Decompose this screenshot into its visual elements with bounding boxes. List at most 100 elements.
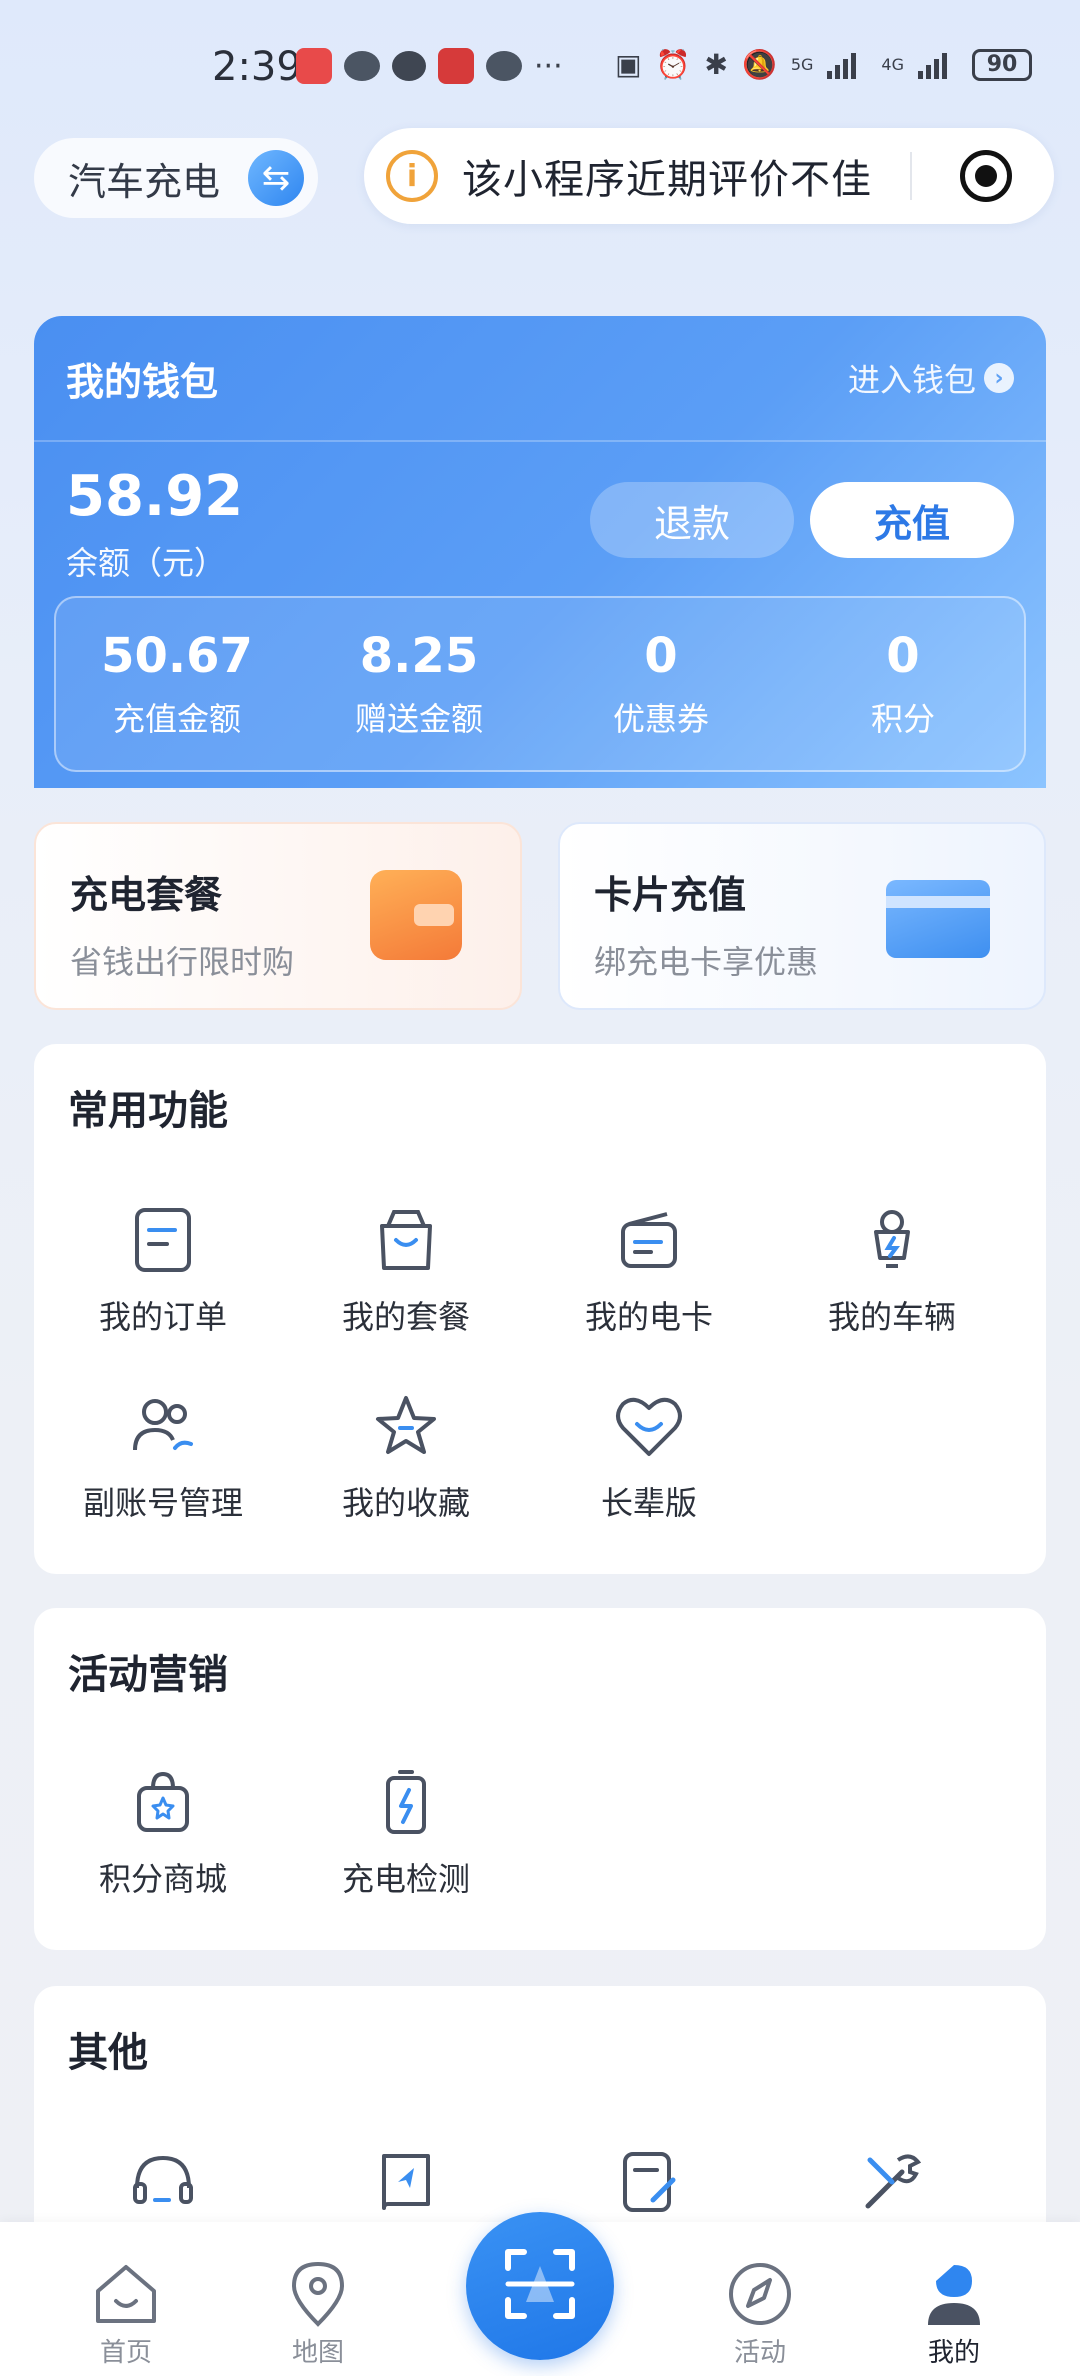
compass-icon <box>724 2258 796 2330</box>
my-vehicles-item[interactable]: 我的车辆 <box>772 1204 1012 1338</box>
charging-type-switch[interactable]: 汽车充电 ⇆ <box>34 138 318 218</box>
item-label: 充电检测 <box>341 1860 470 1898</box>
nav-activities[interactable]: 活动 <box>690 2258 830 2369</box>
stat-gift-amount[interactable]: 8.25 赠送金额 <box>298 598 540 770</box>
item-label: 积分商城 <box>98 1860 227 1898</box>
headset-icon <box>127 2146 199 2218</box>
promo-card-recharge[interactable]: 卡片充值 绑充电卡享优惠 <box>558 822 1046 1010</box>
points-mall-item[interactable]: 积分商城 <box>43 1766 283 1900</box>
location-icon <box>282 2258 354 2330</box>
item-label: 我的套餐 <box>341 1298 470 1336</box>
balance-value: 58.92 <box>66 464 244 529</box>
signal-icon <box>827 51 867 79</box>
stat-coupons[interactable]: 0 优惠券 <box>540 598 782 770</box>
tools-item[interactable] <box>772 2146 1012 2218</box>
order-icon <box>127 1204 199 1276</box>
chevron-right-icon: › <box>984 363 1014 393</box>
stat-label: 积分 <box>870 700 935 738</box>
sub-account-item[interactable]: 副账号管理 <box>43 1390 283 1524</box>
enter-wallet-link[interactable]: 进入钱包 › <box>848 355 1014 401</box>
nav-map[interactable]: 地图 <box>248 2258 388 2369</box>
item-label: 我的车辆 <box>827 1298 956 1336</box>
nav-label: 我的 <box>927 2338 980 2368</box>
wallet-card: 我的钱包 进入钱包 › 58.92 余额（元） 退款 充值 50.67 充值金额… <box>34 316 1046 788</box>
more-icon: ··· <box>534 48 563 84</box>
home-icon <box>90 2258 162 2330</box>
stat-label: 优惠券 <box>612 700 709 738</box>
bluetooth-icon: ✱ <box>704 48 728 81</box>
customer-service-item[interactable] <box>43 2146 283 2218</box>
item-label: 我的收藏 <box>341 1484 470 1522</box>
shopping-bag-icon <box>127 1766 199 1838</box>
topup-button[interactable]: 充值 <box>810 482 1014 558</box>
common-functions-section: 常用功能 我的订单 我的套餐 我的电卡 我的车辆 副账号管理 我的收藏 长辈版 <box>34 1044 1046 1574</box>
my-packages-item[interactable]: 我的套餐 <box>286 1204 526 1338</box>
nav-label: 地图 <box>291 2338 344 2368</box>
battery-icon: 90 <box>972 48 1032 81</box>
huawei-app-icon <box>296 48 332 84</box>
status-right: ▣ ⏰ ✱ 🔕 5G 4G 90 <box>615 48 1032 81</box>
alarm-icon: ⏰ <box>655 48 691 81</box>
my-orders-item[interactable]: 我的订单 <box>43 1204 283 1338</box>
item-label: 长辈版 <box>600 1484 697 1522</box>
profile-icon <box>918 2258 990 2330</box>
section-title: 活动营销 <box>68 1652 228 1698</box>
wallet-header: 我的钱包 进入钱包 › <box>34 316 1046 442</box>
status-time: 2:39 <box>212 44 302 90</box>
network-5g: 5G <box>790 55 814 74</box>
wallet-stats: 50.67 充值金额 8.25 赠送金额 0 优惠券 0 积分 <box>54 596 1026 772</box>
nav-mine[interactable]: 我的 <box>884 2258 1024 2369</box>
sub-account-icon <box>127 1390 199 1462</box>
my-cards-item[interactable]: 我的电卡 <box>529 1204 769 1338</box>
item-label: 我的订单 <box>98 1298 227 1336</box>
stat-label: 赠送金额 <box>354 700 483 738</box>
wallet-illustration-icon <box>370 870 462 960</box>
stat-label: 充值金额 <box>112 700 241 738</box>
stat-value: 0 <box>886 628 920 684</box>
message-icon <box>392 51 426 81</box>
calendar-app-icon <box>438 48 474 84</box>
nav-label: 首页 <box>99 2338 152 2368</box>
enter-wallet-label: 进入钱包 <box>847 361 976 399</box>
wallet-title: 我的钱包 <box>66 359 219 404</box>
item-label: 副账号管理 <box>82 1484 243 1522</box>
network-4g: 4G <box>881 55 904 74</box>
feedback-edit-icon <box>613 2146 685 2218</box>
section-title: 其他 <box>68 2030 148 2076</box>
guide-item[interactable] <box>286 2146 526 2218</box>
card-illustration-icon <box>886 880 990 958</box>
warning-icon: i <box>386 150 438 202</box>
elder-mode-item[interactable]: 长辈版 <box>529 1390 769 1524</box>
package-icon <box>370 1204 442 1276</box>
switch-label: 汽车充电 <box>68 159 221 204</box>
guide-book-icon <box>370 2146 442 2218</box>
my-favorites-item[interactable]: 我的收藏 <box>286 1390 526 1524</box>
stat-value: 8.25 <box>359 628 479 684</box>
nav-home[interactable]: 首页 <box>56 2258 196 2369</box>
wechat-icon <box>344 51 380 81</box>
stat-value: 0 <box>644 628 678 684</box>
star-icon <box>370 1390 442 1462</box>
marketing-section: 活动营销 积分商城 充电检测 <box>34 1608 1046 1950</box>
swap-icon: ⇆ <box>248 150 304 206</box>
promo-charging-package[interactable]: 充电套餐 省钱出行限时购 <box>34 822 522 1010</box>
notice-text: 该小程序近期评价不佳 <box>462 157 872 203</box>
card-icon <box>613 1204 685 1276</box>
charging-test-item[interactable]: 充电检测 <box>286 1766 526 1900</box>
nav-label: 活动 <box>733 2338 786 2368</box>
refund-button[interactable]: 退款 <box>590 482 794 558</box>
tools-icon <box>856 2146 928 2218</box>
stat-value: 50.67 <box>101 628 253 684</box>
notification-icons: ··· <box>296 48 563 84</box>
item-label: 我的电卡 <box>584 1298 713 1336</box>
notice-bar[interactable]: i 该小程序近期评价不佳 <box>364 128 1054 224</box>
stat-points[interactable]: 0 积分 <box>782 598 1024 770</box>
section-title: 常用功能 <box>68 1088 228 1134</box>
feedback-item[interactable] <box>529 2146 769 2218</box>
notice-divider <box>910 152 912 200</box>
close-miniprogram-icon[interactable] <box>960 150 1012 202</box>
scan-charge-button[interactable] <box>466 2212 614 2360</box>
mute-icon: 🔕 <box>741 48 777 81</box>
stat-recharge-amount[interactable]: 50.67 充值金额 <box>56 598 298 770</box>
battery-check-icon <box>370 1766 442 1838</box>
